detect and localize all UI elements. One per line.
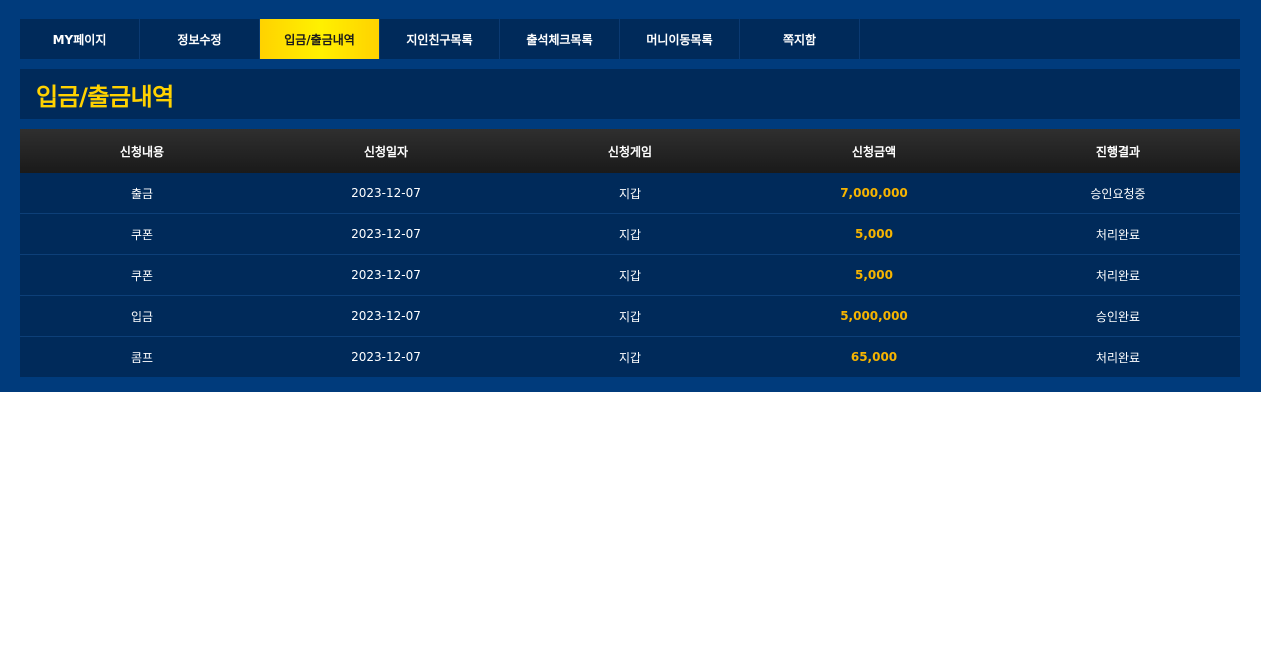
tab-deposit-withdraw-history[interactable]: 입금/출금내역 xyxy=(260,19,380,59)
cell-type: 콤프 xyxy=(130,350,154,365)
cell-amount: 5,000,000 xyxy=(840,309,908,323)
page-title: 입금/출금내역 xyxy=(36,82,174,111)
cell-game: 지갑 xyxy=(618,309,642,324)
cell-type: 쿠폰 xyxy=(130,227,154,242)
tab-messages[interactable]: 쪽지함 xyxy=(740,19,860,59)
cell-result: 처리완료 xyxy=(1095,350,1141,365)
table-row: 콤프 2023-12-07 지갑 65,000 처리완료 xyxy=(20,337,1240,377)
cell-date: 2023-12-07 xyxy=(351,186,421,200)
cell-result: 승인요청중 xyxy=(1090,186,1146,201)
cell-date: 2023-12-07 xyxy=(351,309,421,323)
cell-result: 처리완료 xyxy=(1095,227,1141,242)
table-row: 입금 2023-12-07 지갑 5,000,000 승인완료 xyxy=(20,296,1240,337)
cell-amount: 65,000 xyxy=(850,350,898,364)
cell-game: 지갑 xyxy=(618,350,642,365)
column-request-type: 신청내용 xyxy=(119,144,165,159)
cell-amount: 5,000 xyxy=(855,227,893,241)
tab-friends-list[interactable]: 지인친구목록 xyxy=(380,19,500,59)
cell-result: 승인완료 xyxy=(1095,309,1141,324)
cell-result: 처리완료 xyxy=(1095,268,1141,283)
table-row: 쿠폰 2023-12-07 지갑 5,000 처리완료 xyxy=(20,255,1240,296)
tab-edit-info[interactable]: 정보수정 xyxy=(140,19,260,59)
cell-amount: 5,000 xyxy=(855,268,893,282)
tab-money-transfer-list[interactable]: 머니이동목록 xyxy=(620,19,740,59)
cell-amount: 7,000,000 xyxy=(840,186,908,200)
cell-type: 쿠폰 xyxy=(130,268,154,283)
column-request-amount: 신청금액 xyxy=(851,144,897,159)
table-row: 쿠폰 2023-12-07 지갑 5,000 처리완료 xyxy=(20,214,1240,255)
cell-game: 지갑 xyxy=(618,227,642,242)
tab-bar: MY페이지 정보수정 입금/출금내역 지인친구목록 출석체크목록 머니이동목록 … xyxy=(20,19,1240,59)
tab-attendance-list[interactable]: 출석체크목록 xyxy=(500,19,620,59)
cell-type: 입금 xyxy=(130,309,154,324)
tab-my-page[interactable]: MY페이지 xyxy=(20,19,140,59)
column-result: 진행결과 xyxy=(1095,144,1141,159)
content-panel: MY페이지 정보수정 입금/출금내역 지인친구목록 출석체크목록 머니이동목록 … xyxy=(0,0,1261,392)
history-table: 신청내용 신청일자 신청게임 신청금액 진행결과 출금 2023-12-07 지… xyxy=(20,129,1240,377)
column-request-date: 신청일자 xyxy=(363,144,409,159)
table-row: 출금 2023-12-07 지갑 7,000,000 승인요청중 xyxy=(20,173,1240,214)
table-header: 신청내용 신청일자 신청게임 신청금액 진행결과 xyxy=(20,129,1240,173)
cell-date: 2023-12-07 xyxy=(351,350,421,364)
column-request-game: 신청게임 xyxy=(607,144,653,159)
cell-game: 지갑 xyxy=(618,186,642,201)
cell-date: 2023-12-07 xyxy=(351,268,421,282)
cell-game: 지갑 xyxy=(618,268,642,283)
page-title-bar: 입금/출금내역 xyxy=(20,69,1240,119)
cell-type: 출금 xyxy=(130,186,154,201)
cell-date: 2023-12-07 xyxy=(351,227,421,241)
